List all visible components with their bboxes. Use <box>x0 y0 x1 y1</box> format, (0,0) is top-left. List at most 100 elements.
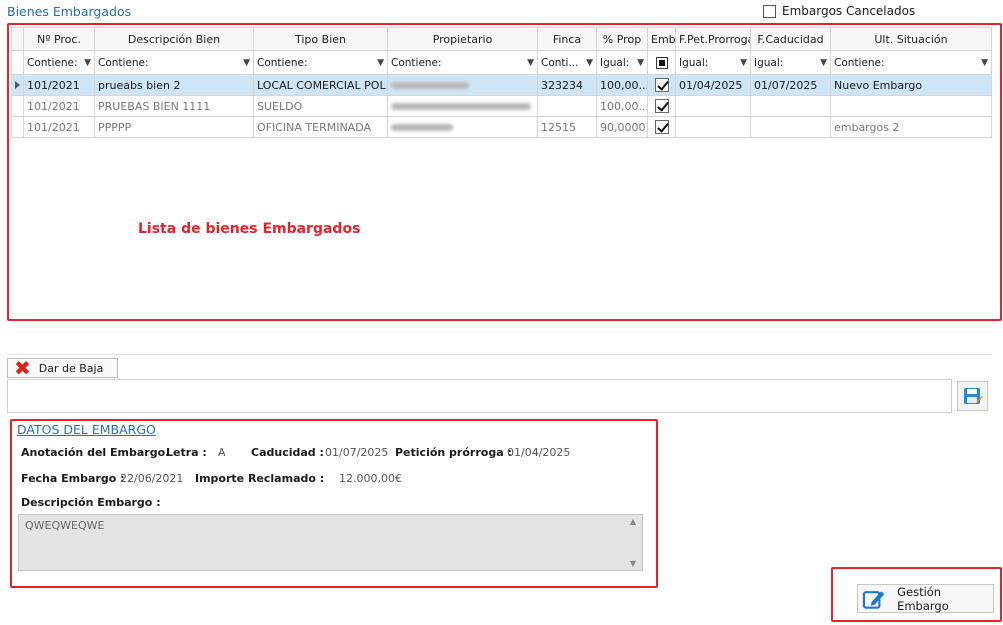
filter-icon[interactable]: ▼ <box>740 58 747 68</box>
cell-prop[interactable]: 100,00... <box>596 95 648 117</box>
filter-emb[interactable] <box>647 50 676 75</box>
column-header-prop[interactable]: % Prop <box>596 27 648 51</box>
cell-situacion[interactable]: embargos 2 <box>830 116 992 138</box>
bienes-table: Nº Proc. Descripción Bien Tipo Bien Prop… <box>11 27 992 138</box>
column-header-emb[interactable]: Emb. <box>647 27 676 51</box>
cell-propietario[interactable] <box>387 74 538 96</box>
descripcion-embargo-text: QWEQWEQWE <box>25 519 105 532</box>
cell-proc[interactable]: 101/2021 <box>23 74 95 96</box>
filter-proc-label: Contiene: <box>27 56 78 69</box>
filter-icon[interactable]: ▼ <box>981 58 988 68</box>
filter-descripcion-label: Contiene: <box>98 56 149 69</box>
peticion-prorroga-label: Petición prórroga : <box>395 446 512 459</box>
cell-propietario[interactable] <box>387 95 538 117</box>
column-header-proc[interactable]: Nº Proc. <box>23 27 95 51</box>
cell-prop[interactable]: 100,00... <box>596 74 648 96</box>
checkmark-icon[interactable] <box>654 78 669 92</box>
cell-propietario[interactable] <box>387 116 538 138</box>
cell-situacion[interactable] <box>830 95 992 117</box>
filter-icon[interactable]: ▼ <box>377 58 384 68</box>
gestion-embargo-button[interactable]: Gestión Embargo <box>857 584 994 613</box>
column-header-caducidad[interactable]: F.Caducidad <box>750 27 831 51</box>
cell-situacion[interactable]: Nuevo Embargo <box>830 74 992 96</box>
filter-icon[interactable]: ▼ <box>586 58 593 68</box>
filter-situacion-label: Contiene: <box>834 56 885 69</box>
filter-prop[interactable]: Igual: ▼ <box>596 50 648 75</box>
column-header-tipo[interactable]: Tipo Bien <box>253 27 388 51</box>
cell-prop[interactable]: 90,0000 <box>596 116 648 138</box>
divider <box>7 354 992 355</box>
checkbox-box[interactable] <box>763 4 776 18</box>
cell-descripcion[interactable]: PPPPP <box>94 116 254 138</box>
cell-finca[interactable]: 323234 <box>537 74 597 96</box>
cell-tipo[interactable]: SUELDO <box>253 95 388 117</box>
column-header-finca[interactable]: Finca <box>537 27 597 51</box>
column-header-situacion[interactable]: Ult. Situación <box>830 27 992 51</box>
cell-pet-prorroga[interactable] <box>675 116 751 138</box>
cell-caducidad[interactable]: 01/07/2025 <box>750 74 831 96</box>
filter-proc[interactable]: Contiene: ▼ <box>23 50 95 75</box>
cell-tipo[interactable]: LOCAL COMERCIAL POL... <box>253 74 388 96</box>
filter-icon[interactable]: ▼ <box>243 58 250 68</box>
cell-finca[interactable] <box>537 95 597 117</box>
cell-pet-prorroga[interactable]: 01/04/2025 <box>675 74 751 96</box>
table-row[interactable]: 101/2021 prueabs bien 2 LOCAL COMERCIAL … <box>11 74 992 96</box>
cell-proc[interactable]: 101/2021 <box>23 116 95 138</box>
filter-caducidad[interactable]: Igual: ▼ <box>750 50 831 75</box>
filter-icon[interactable]: ▼ <box>527 58 534 68</box>
descripcion-embargo-textarea[interactable]: QWEQWEQWE ▲ ▼ <box>18 514 643 571</box>
cell-caducidad[interactable] <box>750 116 831 138</box>
datos-embargo-title[interactable]: DATOS DEL EMBARGO <box>17 422 156 437</box>
header-row: Nº Proc. Descripción Bien Tipo Bien Prop… <box>11 27 992 51</box>
indeterminate-checkbox-icon[interactable] <box>655 56 668 69</box>
filter-caducidad-label: Igual: <box>754 56 784 69</box>
filter-icon[interactable]: ▼ <box>820 58 827 68</box>
filter-pet-prorroga[interactable]: Igual: ▼ <box>675 50 751 75</box>
observaciones-input[interactable] <box>7 379 952 413</box>
filter-propietario-label: Contiene: <box>391 56 442 69</box>
cell-emb[interactable] <box>647 74 676 96</box>
filter-row: Contiene: ▼ Contiene: ▼ Contiene: ▼ Contien… <box>11 50 992 75</box>
filter-icon[interactable]: ▼ <box>84 58 91 68</box>
embargos-cancelados-checkbox[interactable]: Embargos Cancelados <box>763 4 915 18</box>
table-row[interactable]: 101/2021 PPPPP OFICINA TERMINADA 12515 9… <box>11 116 992 138</box>
filter-tipo[interactable]: Contiene: ▼ <box>253 50 388 75</box>
cell-emb[interactable] <box>647 116 676 138</box>
filter-icon[interactable]: ▼ <box>637 58 644 68</box>
descripcion-embargo-label: Descripción Embargo : <box>21 496 161 509</box>
filter-descripcion[interactable]: Contiene: ▼ <box>94 50 254 75</box>
filter-propietario[interactable]: Contiene: ▼ <box>387 50 538 75</box>
importe-reclamado-label: Importe Reclamado : <box>195 472 325 485</box>
importe-reclamado-value: 12.000,00€ <box>339 472 402 485</box>
cell-descripcion[interactable]: prueabs bien 2 <box>94 74 254 96</box>
caducidad-value: 01/07/2025 <box>325 446 389 459</box>
cell-proc[interactable]: 101/2021 <box>23 95 95 117</box>
scroll-down-icon[interactable]: ▼ <box>630 559 636 568</box>
delete-x-icon: ✖ <box>14 356 31 380</box>
cell-caducidad[interactable] <box>750 95 831 117</box>
save-button[interactable] <box>957 381 988 411</box>
cell-tipo[interactable]: OFICINA TERMINADA <box>253 116 388 138</box>
row-indicator <box>11 95 24 117</box>
textarea-scrollbar[interactable]: ▲ ▼ <box>626 517 640 568</box>
cell-descripcion[interactable]: PRUEBAS BIEN 1111 <box>94 95 254 117</box>
checkmark-icon[interactable] <box>654 99 669 113</box>
letra-label: Letra : <box>166 446 207 459</box>
caducidad-label: Caducidad : <box>251 446 324 459</box>
cell-finca[interactable]: 12515 <box>537 116 597 138</box>
dar-de-baja-button[interactable]: ✖ Dar de Baja <box>7 358 118 378</box>
column-header-descripcion[interactable]: Descripción Bien <box>94 27 254 51</box>
filter-finca-label: Conti... <box>541 56 579 69</box>
cell-pet-prorroga[interactable] <box>675 95 751 117</box>
scroll-up-icon[interactable]: ▲ <box>630 517 636 526</box>
checkmark-icon[interactable] <box>654 120 669 134</box>
column-header-pet-prorroga[interactable]: F.Pet.Prorroga <box>675 27 751 51</box>
cell-emb[interactable] <box>647 95 676 117</box>
column-header-propietario[interactable]: Propietario <box>387 27 538 51</box>
filter-finca[interactable]: Conti... ▼ <box>537 50 597 75</box>
filter-pet-prorroga-label: Igual: <box>679 56 709 69</box>
table-row[interactable]: 101/2021 PRUEBAS BIEN 1111 SUELDO 100,00… <box>11 95 992 117</box>
redacted-owner <box>391 124 453 131</box>
filter-situacion[interactable]: Contiene: ▼ <box>830 50 992 75</box>
fecha-embargo-value: 22/06/2021 <box>120 472 184 485</box>
